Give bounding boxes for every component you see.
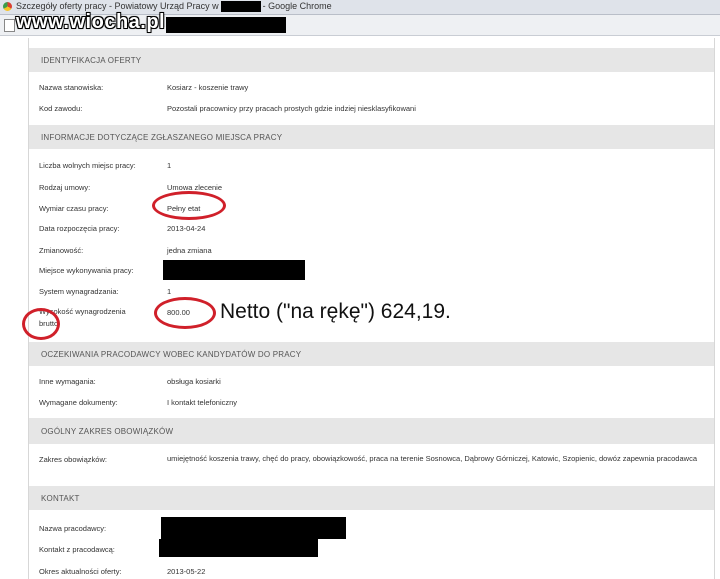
- field-label: Nazwa stanowiska:: [39, 83, 104, 92]
- field-value: 2013-04-24: [167, 224, 206, 233]
- section-title: IDENTYFIKACJA OFERTY: [41, 56, 142, 65]
- highlight-ring-brutto: [22, 308, 60, 340]
- field-label: Okres aktualności oferty:: [39, 567, 122, 576]
- section-identyfikacja: IDENTYFIKACJA OFERTY: [29, 48, 714, 72]
- redaction-box: [161, 517, 346, 539]
- field-label: Miejsce wykonywania pracy:: [39, 266, 134, 275]
- field-value: Pozostali pracownicy przy pracach prosty…: [167, 104, 416, 113]
- field-value: 1: [167, 287, 172, 296]
- field-value: obsługa kosiarki: [167, 377, 221, 386]
- redaction-box: [159, 539, 318, 557]
- field-value: I kontakt telefoniczny: [167, 398, 238, 407]
- section-title: OCZEKIWANIA PRACODAWCY WOBEC KANDYDATÓW …: [41, 350, 302, 359]
- section-title: INFORMACJE DOTYCZĄCE ZGŁASZANEGO MIEJSCA…: [41, 133, 283, 142]
- section-title: OGÓLNY ZAKRES OBOWIĄZKÓW: [41, 427, 174, 436]
- watermark: www.wiocha.pl: [16, 11, 166, 33]
- url-redaction: [166, 17, 286, 33]
- net-salary-annotation: Netto ("na rękę") 624,19.: [220, 300, 451, 323]
- window-title-suffix: Google Chrome: [268, 1, 332, 11]
- field-value: 1: [167, 161, 172, 170]
- field-label: Zakres obowiązków:: [39, 455, 107, 464]
- highlight-ring-salary: [154, 297, 216, 329]
- title-redaction: [220, 1, 261, 13]
- redaction-box: [163, 260, 305, 280]
- highlight-ring-wymiar: [152, 191, 226, 220]
- field-label: Liczba wolnych miejsc pracy:: [39, 161, 136, 170]
- field-label: Kod zawodu:: [39, 104, 83, 113]
- window-title-prefix: Szczegóły oferty pracy - Powiatowy Urząd…: [16, 1, 219, 11]
- field-label: Nazwa pracodawcy:: [39, 524, 107, 533]
- field-value: umiejętność koszenia trawy, chęć do prac…: [167, 454, 697, 463]
- field-label: Zmianowość:: [39, 246, 84, 255]
- field-label: Wymagane dokumenty:: [39, 398, 118, 407]
- section-informacje: INFORMACJE DOTYCZĄCE ZGŁASZANEGO MIEJSCA…: [29, 125, 714, 149]
- field-value: Kosiarz - koszenie trawy: [167, 83, 249, 92]
- page-icon: [4, 19, 15, 32]
- section-zakres: OGÓLNY ZAKRES OBOWIĄZKÓW: [29, 418, 714, 444]
- field-label: Inne wymagania:: [39, 377, 96, 386]
- section-title: KONTAKT: [41, 494, 80, 503]
- field-label: Rodzaj umowy:: [39, 183, 91, 192]
- section-oczekiwania: OCZEKIWANIA PRACODAWCY WOBEC KANDYDATÓW …: [29, 342, 714, 366]
- field-label: Kontakt z pracodawcą:: [39, 545, 115, 554]
- field-label: Wymiar czasu pracy:: [39, 204, 109, 213]
- chrome-icon: [3, 2, 12, 11]
- section-kontakt: KONTAKT: [29, 486, 714, 510]
- field-value: 2013-05-22: [167, 567, 206, 576]
- field-label: Data rozpoczęcia pracy:: [39, 224, 120, 233]
- field-label: System wynagradzania:: [39, 287, 119, 296]
- field-value: jedna zmiana: [167, 246, 212, 255]
